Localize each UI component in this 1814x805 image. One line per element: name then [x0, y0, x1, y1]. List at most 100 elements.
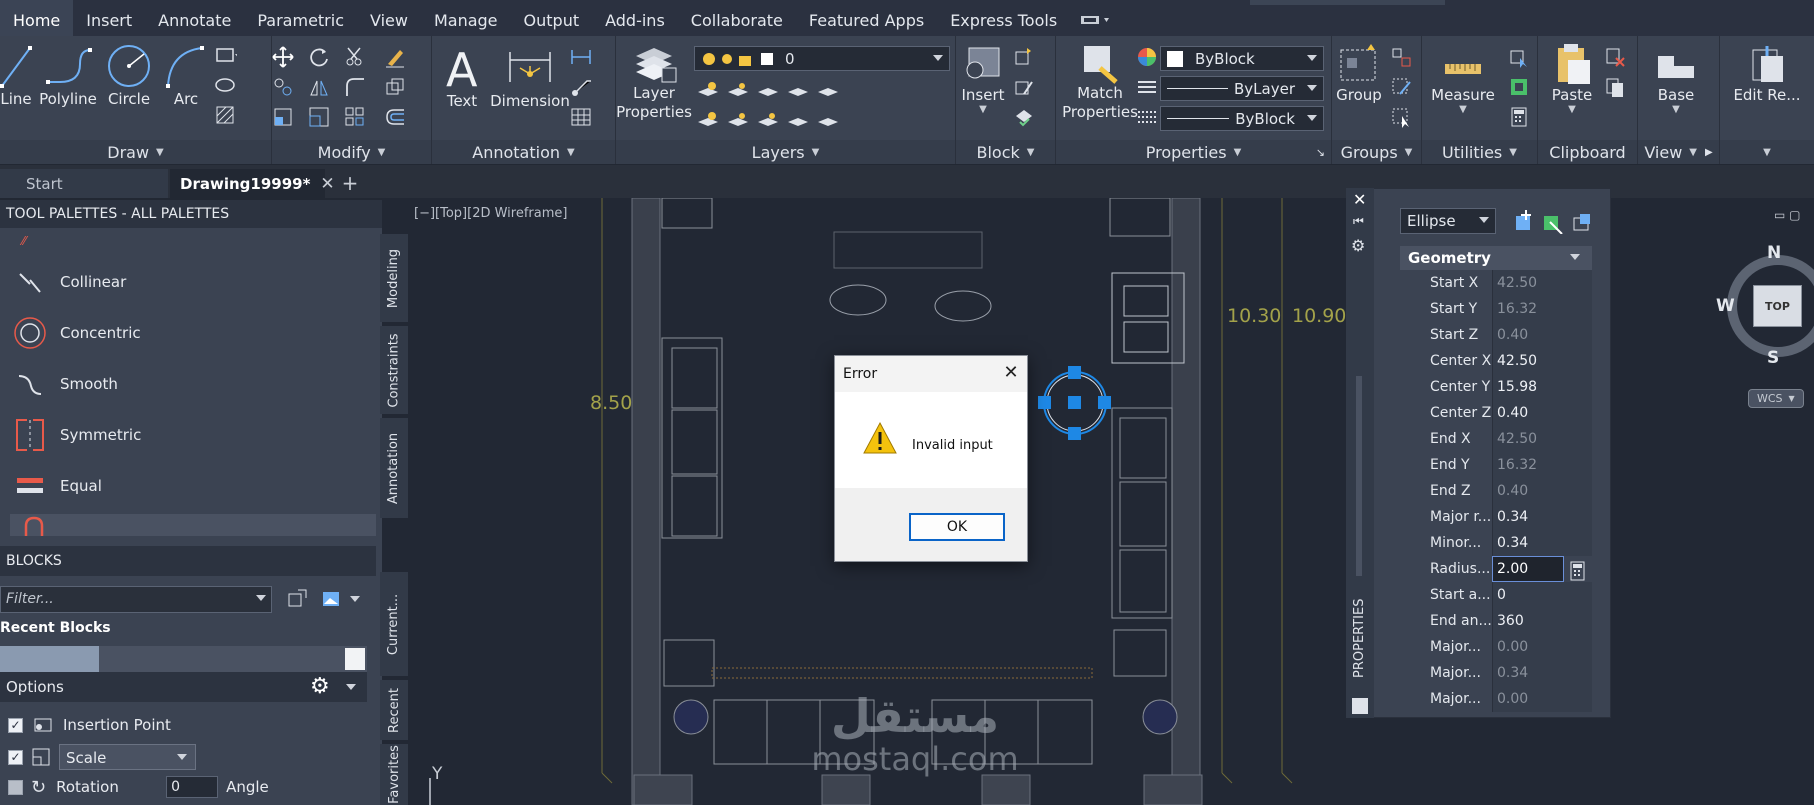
property-value[interactable]: 15.98: [1492, 374, 1592, 400]
fillet-icon[interactable]: [344, 76, 366, 98]
linear-dim-icon[interactable]: [570, 46, 592, 68]
object-type-dropdown[interactable]: Ellipse: [1400, 208, 1496, 234]
block-attributes-icon[interactable]: [1012, 106, 1034, 128]
clipboard-panel-footer[interactable]: Clipboard: [1538, 140, 1637, 164]
viewcube-top[interactable]: TOP: [1753, 285, 1802, 327]
menu-manage[interactable]: Manage: [421, 0, 511, 36]
circle-button[interactable]: Circle: [104, 42, 154, 108]
compass-north[interactable]: N: [1767, 243, 1781, 263]
property-value[interactable]: 0.34: [1492, 504, 1592, 530]
property-row[interactable]: Start X 42.50: [1422, 270, 1592, 296]
polyline-button[interactable]: Polyline: [39, 42, 97, 108]
tab-start[interactable]: Start: [0, 169, 168, 198]
view-panel-footer[interactable]: View ▼ ▶: [1638, 140, 1719, 164]
palette-item-collinear[interactable]: Collinear: [0, 260, 376, 304]
rotation-angle-input[interactable]: 0: [166, 776, 219, 798]
block-view-icon[interactable]: [320, 588, 344, 610]
measure-button[interactable]: Measure ▼: [1424, 42, 1502, 115]
property-row[interactable]: Center X 42.50: [1422, 348, 1592, 374]
property-row[interactable]: Major... 0.00: [1422, 634, 1592, 660]
table-icon[interactable]: [570, 106, 592, 128]
close-tab-icon[interactable]: ✕: [320, 174, 334, 194]
groups-panel-footer[interactable]: Groups ▼: [1332, 140, 1421, 164]
paste-button[interactable]: Paste ▼: [1542, 42, 1602, 115]
palette-item-symmetric[interactable]: Symmetric: [0, 413, 376, 457]
layer-tools-icons[interactable]: [696, 78, 846, 134]
property-row[interactable]: Center Z 0.40: [1422, 400, 1592, 426]
group-select-icon[interactable]: [1390, 106, 1412, 128]
property-row[interactable]: End X 42.50: [1422, 426, 1592, 452]
insertion-point-checkbox[interactable]: ✓: [8, 717, 23, 733]
property-value[interactable]: 0: [1492, 582, 1592, 608]
quick-select-icon[interactable]: [1508, 46, 1530, 68]
ellipse-icon[interactable]: [215, 74, 237, 96]
offset-icon[interactable]: [384, 106, 406, 128]
edit-reference-button[interactable]: Edit Re...: [1724, 42, 1810, 104]
compass-south[interactable]: S: [1767, 348, 1779, 368]
scale-checkbox[interactable]: ✓: [8, 749, 23, 765]
geometry-section-header[interactable]: Geometry: [1400, 246, 1592, 270]
palette-item-partial[interactable]: [10, 514, 376, 536]
side-tab-current[interactable]: Current...: [380, 572, 408, 676]
selection-tools-icons[interactable]: [1512, 208, 1602, 234]
property-row[interactable]: Start Y 16.32: [1422, 296, 1592, 322]
property-row[interactable]: Major r... 0.34: [1422, 504, 1592, 530]
copy-clip-icon[interactable]: [1604, 76, 1626, 98]
stretch-icon[interactable]: [272, 106, 294, 128]
create-block-icon[interactable]: [1012, 46, 1034, 68]
select-all-icon[interactable]: [1508, 76, 1530, 98]
array-icon[interactable]: [384, 76, 406, 98]
rotation-checkbox[interactable]: [8, 779, 23, 795]
annotation-panel-footer[interactable]: Annotation ▼: [432, 140, 615, 164]
viewport-window-controls[interactable]: ▭ ▢: [1774, 208, 1814, 222]
property-value[interactable]: 0.34: [1492, 530, 1592, 556]
menu-output[interactable]: Output: [511, 0, 593, 36]
group-edit-icon[interactable]: [1390, 76, 1412, 98]
menu-parametric[interactable]: Parametric: [244, 0, 357, 36]
erase-icon[interactable]: [384, 46, 406, 68]
trim-icon[interactable]: [344, 46, 366, 68]
filter-input[interactable]: Filter...: [0, 586, 272, 613]
property-row[interactable]: Center Y 15.98: [1422, 374, 1592, 400]
move-icon[interactable]: [272, 46, 294, 68]
menu-view[interactable]: View: [357, 0, 421, 36]
palette-settings-icon[interactable]: ⚙: [1351, 236, 1365, 255]
property-value[interactable]: 42.50: [1492, 348, 1592, 374]
viewport-controls[interactable]: [−][Top][2D Wireframe]: [414, 206, 567, 221]
edit-block-icon[interactable]: [1012, 76, 1034, 98]
tab-drawing[interactable]: Drawing19999* ✕: [170, 169, 335, 198]
property-row[interactable]: Major... 0.34: [1422, 660, 1592, 686]
layers-panel-footer[interactable]: Layers ▼: [616, 140, 955, 164]
cut-icon[interactable]: [1604, 46, 1626, 68]
close-palette-icon[interactable]: ✕: [1353, 190, 1366, 209]
hatch-icon[interactable]: [215, 104, 237, 126]
menu-express-tools[interactable]: Express Tools: [937, 0, 1070, 36]
menu-addins[interactable]: Add-ins: [592, 0, 678, 36]
copy-icon[interactable]: [272, 76, 294, 98]
properties-panel-footer[interactable]: Properties ▼ ↘: [1056, 140, 1331, 164]
side-tab-recent[interactable]: Recent: [380, 680, 408, 740]
filter-dropdown-icon[interactable]: [256, 595, 266, 601]
recent-block-thumb-2[interactable]: [345, 648, 365, 670]
linetype-dropdown[interactable]: ByLayer: [1160, 76, 1324, 101]
insert-button[interactable]: Insert ▼: [956, 42, 1010, 115]
color-dropdown[interactable]: ByBlock: [1160, 46, 1324, 71]
property-value[interactable]: 360: [1492, 608, 1592, 634]
dialog-launcher-icon[interactable]: ↘: [1316, 146, 1325, 159]
view-options-dropdown-icon[interactable]: [350, 596, 360, 602]
property-row[interactable]: Start a... 0: [1422, 582, 1592, 608]
dimension-button[interactable]: Dimension: [490, 42, 570, 110]
radius-input[interactable]: 2.00: [1492, 556, 1564, 582]
menu-collaborate[interactable]: Collaborate: [678, 0, 796, 36]
block-browse-icon[interactable]: [286, 588, 310, 610]
lineweight-dropdown[interactable]: ByBlock: [1160, 106, 1324, 131]
gear-icon[interactable]: ⚙: [310, 674, 330, 699]
property-row[interactable]: End Y 16.32: [1422, 452, 1592, 478]
menu-featured-apps[interactable]: Featured Apps: [796, 0, 937, 36]
new-tab-button[interactable]: +: [336, 171, 364, 195]
edit-panel-footer[interactable]: ▼: [1720, 140, 1814, 164]
compass-west[interactable]: W: [1716, 296, 1735, 316]
recent-block-thumb[interactable]: [0, 646, 99, 672]
rotate-icon[interactable]: [308, 46, 330, 68]
menu-insert[interactable]: Insert: [73, 0, 145, 36]
